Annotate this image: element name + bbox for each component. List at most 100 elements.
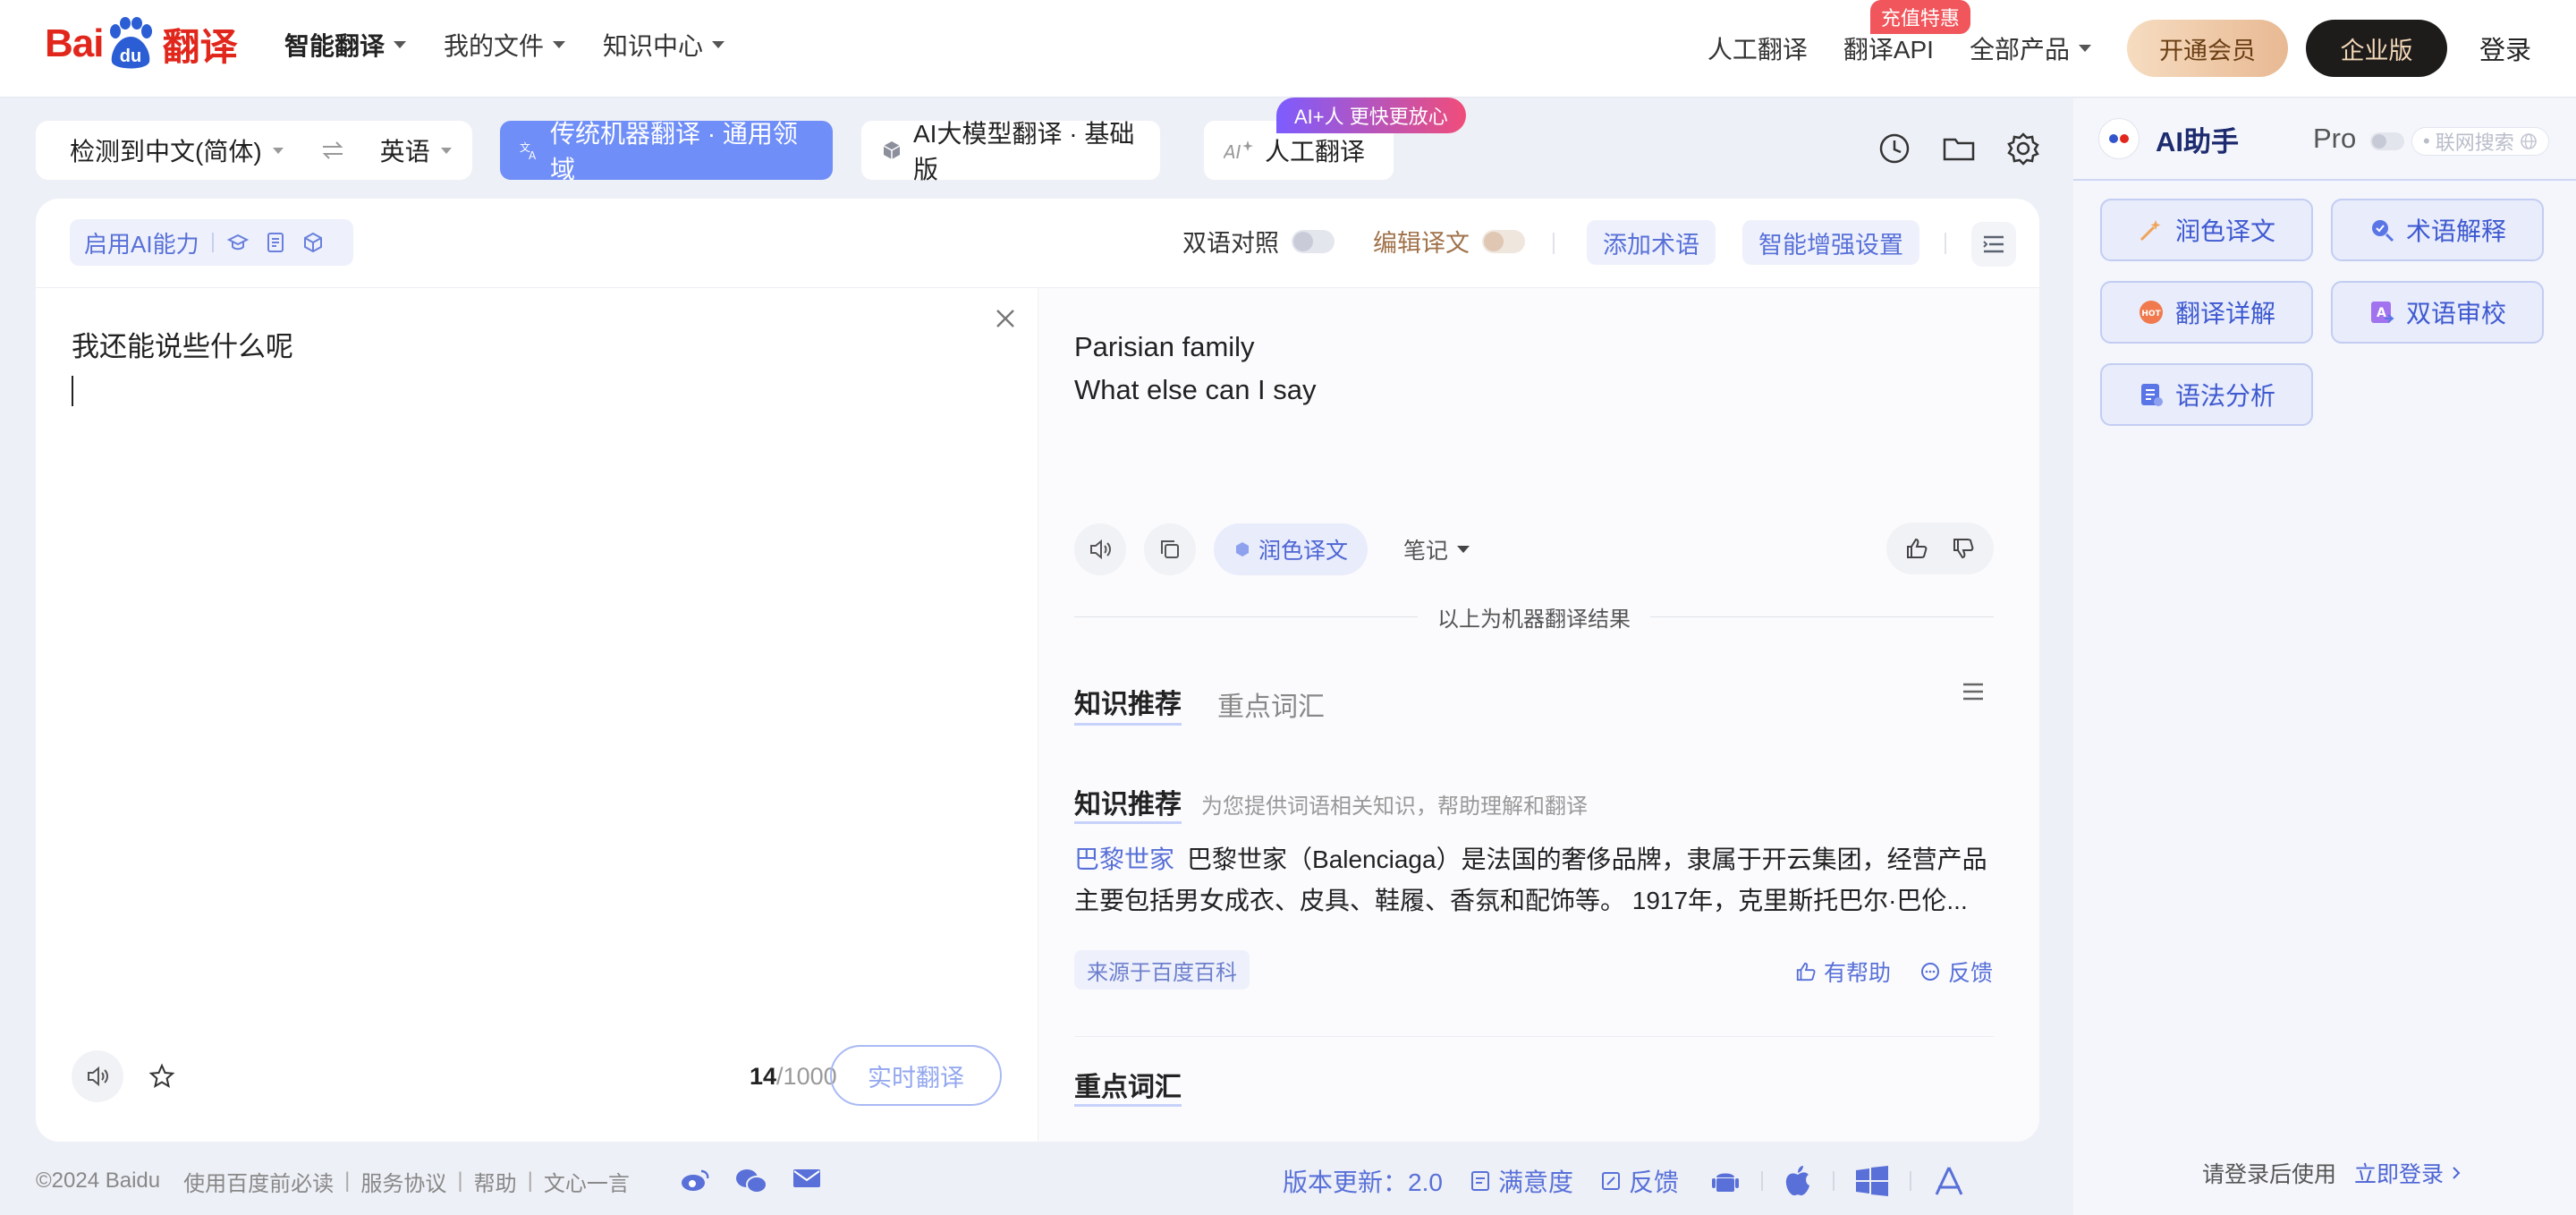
polish-translation-button[interactable]: 润色译文 xyxy=(1214,523,1368,575)
svg-text:du: du xyxy=(120,47,141,66)
pro-toggle[interactable] xyxy=(2370,132,2404,150)
magic-wand-icon xyxy=(2140,220,2161,242)
target-language-select[interactable]: 英语 xyxy=(380,132,452,168)
ai-capability-label: 启用AI能力 xyxy=(84,230,199,258)
enterprise-button[interactable]: 企业版 xyxy=(2305,20,2447,77)
footer-link[interactable]: 使用百度前必读 xyxy=(183,1166,334,1197)
edit-translation-switch[interactable] xyxy=(1482,229,1525,253)
ai-human-badge: AI+人 更快更放心 xyxy=(1276,98,1466,133)
machine-result-divider: 以上为机器翻译结果 xyxy=(1074,601,1994,633)
char-count: 14 xyxy=(750,1063,777,1090)
enable-ai-capability-button[interactable]: 启用AI能力 xyxy=(70,219,353,266)
char-limit: /1000 xyxy=(776,1063,837,1090)
wechat-icon[interactable] xyxy=(735,1168,767,1194)
nav-label: 我的文件 xyxy=(444,32,545,60)
history-icon[interactable] xyxy=(1877,131,1912,166)
settings-icon[interactable] xyxy=(2005,131,2041,166)
chevron-down-icon xyxy=(553,41,566,48)
edit-icon xyxy=(1601,1172,1620,1190)
feedback-label: 反馈 xyxy=(1947,961,1993,986)
ai-translation-detail-button[interactable]: HOT 翻译详解 xyxy=(2100,281,2313,344)
cube-icon xyxy=(303,232,322,253)
search-icon xyxy=(2371,220,2394,242)
thumbs-down-icon[interactable] xyxy=(1952,537,1975,560)
source-language-select[interactable]: 检测到中文(简体) xyxy=(70,132,284,168)
satisfaction-link[interactable]: 满意度 xyxy=(1470,1163,1573,1199)
dot-icon: • xyxy=(2423,130,2430,152)
chevron-down-icon xyxy=(272,147,284,154)
collapse-menu-button[interactable] xyxy=(1971,222,2016,267)
human-translation-label: 人工翻译 xyxy=(1707,36,1808,64)
all-products-label: 全部产品 xyxy=(1969,36,2070,64)
edit-translation-toggle[interactable]: 编辑译文 xyxy=(1373,224,1525,259)
mail-icon[interactable] xyxy=(792,1168,821,1194)
app-store-icon[interactable] xyxy=(1931,1164,1967,1198)
source-tag[interactable]: 来源于百度百科 xyxy=(1074,950,1250,990)
web-search-label: 联网搜索 xyxy=(2435,132,2514,154)
speaker-icon[interactable] xyxy=(1074,523,1126,575)
web-search-toggle[interactable]: • 联网搜索 xyxy=(2411,127,2549,156)
copy-icon[interactable] xyxy=(1144,523,1196,575)
social-links xyxy=(680,1168,821,1194)
graduation-cap-icon xyxy=(226,234,249,251)
chevron-down-icon xyxy=(2078,45,2091,52)
speaker-icon[interactable] xyxy=(72,1050,123,1102)
svg-text:HOT: HOT xyxy=(2141,310,2161,319)
polish-label: 润色译文 xyxy=(1258,539,1349,564)
traditional-mt-mode-button[interactable]: 文A 传统机器翻译 · 通用领域 xyxy=(500,120,833,183)
helpful-button[interactable]: 有帮助 xyxy=(1795,956,1891,988)
source-text-input[interactable]: 我还能说些什么呢 xyxy=(72,326,293,406)
chevron-down-icon xyxy=(1457,546,1470,553)
grammar-doc-icon xyxy=(2140,384,2163,406)
ai-term-explain-button[interactable]: 术语解释 xyxy=(2331,199,2544,261)
realtime-translate-button[interactable]: 实时翻译 xyxy=(830,1045,1002,1106)
footer-link[interactable]: 帮助 xyxy=(474,1166,517,1197)
android-icon[interactable] xyxy=(1709,1165,1741,1197)
llm-translate-mode-button[interactable]: AI大模型翻译 · 基础版 xyxy=(861,120,1160,183)
open-vip-button[interactable]: 开通会员 xyxy=(2126,20,2288,77)
list-menu-icon[interactable] xyxy=(1962,682,1985,701)
add-terms-button[interactable]: 添加术语 xyxy=(1587,220,1716,265)
bilingual-toggle[interactable]: 双语对照 xyxy=(1182,224,1335,259)
ai-grammar-analysis-button[interactable]: 语法分析 xyxy=(2100,363,2313,426)
tab-keywords[interactable]: 重点词汇 xyxy=(1217,684,1325,724)
all-products-menu[interactable]: 全部产品 xyxy=(1970,30,2091,66)
version-link[interactable]: 版本更新：2.0 xyxy=(1283,1163,1443,1199)
login-now-link[interactable]: 立即登录 xyxy=(2354,1157,2463,1189)
folder-icon[interactable] xyxy=(1941,131,1977,166)
divider xyxy=(211,233,214,252)
knowledge-entry: 巴黎世家 巴黎世家（Balenciaga）是法国的奢侈品牌，隶属于开云集团，经营产… xyxy=(1074,839,1994,922)
close-icon[interactable] xyxy=(995,308,1016,329)
bilingual-switch[interactable] xyxy=(1292,229,1335,253)
weibo-icon[interactable] xyxy=(680,1168,710,1194)
thumbs-up-icon[interactable] xyxy=(1905,537,1928,560)
smart-enhance-settings-button[interactable]: 智能增强设置 xyxy=(1742,220,1919,265)
divider: | xyxy=(527,1168,533,1193)
swap-icon[interactable] xyxy=(321,141,344,159)
nav-label: 知识中心 xyxy=(603,32,704,60)
windows-icon[interactable] xyxy=(1854,1165,1890,1197)
chevron-down-icon xyxy=(440,147,452,154)
tab-knowledge[interactable]: 知识推荐 xyxy=(1074,682,1182,726)
footer-link[interactable]: 文心一言 xyxy=(544,1166,630,1197)
nav-my-files[interactable]: 我的文件 xyxy=(444,27,566,63)
ai-button-label: 润色译文 xyxy=(2174,217,2275,245)
ai-polish-button[interactable]: 润色译文 xyxy=(2100,199,2313,261)
ai-login-hint: 请登录后使用 立即登录 xyxy=(2202,1157,2463,1189)
feedback-button[interactable]: 反馈 xyxy=(1919,956,1993,988)
human-translation-link[interactable]: 人工翻译 xyxy=(1707,30,1808,66)
entry-text: 主要包括男女成衣、皮具、鞋履、香氛和配饰等。 1917年，克里斯托巴尔·巴伦..… xyxy=(1074,887,1968,914)
footer-link[interactable]: 服务协议 xyxy=(360,1166,446,1197)
apple-icon[interactable] xyxy=(1783,1164,1813,1198)
nav-smart-translate[interactable]: 智能翻译 xyxy=(284,27,407,63)
ai-bilingual-review-button[interactable]: A 双语审校 xyxy=(2331,281,2544,344)
entry-link[interactable]: 巴黎世家 xyxy=(1074,845,1174,873)
star-icon[interactable] xyxy=(148,1063,175,1090)
login-link[interactable]: 登录 xyxy=(2479,30,2531,67)
nav-knowledge-center[interactable]: 知识中心 xyxy=(603,27,725,63)
notes-dropdown[interactable]: 笔记 xyxy=(1403,533,1470,565)
svg-text:A: A xyxy=(529,149,537,160)
translate-api-link[interactable]: 充值特惠 翻译API xyxy=(1843,0,1970,66)
baidu-translate-logo[interactable]: Bai du 翻译 xyxy=(45,13,238,75)
footer-feedback-link[interactable]: 反馈 xyxy=(1600,1163,1679,1199)
